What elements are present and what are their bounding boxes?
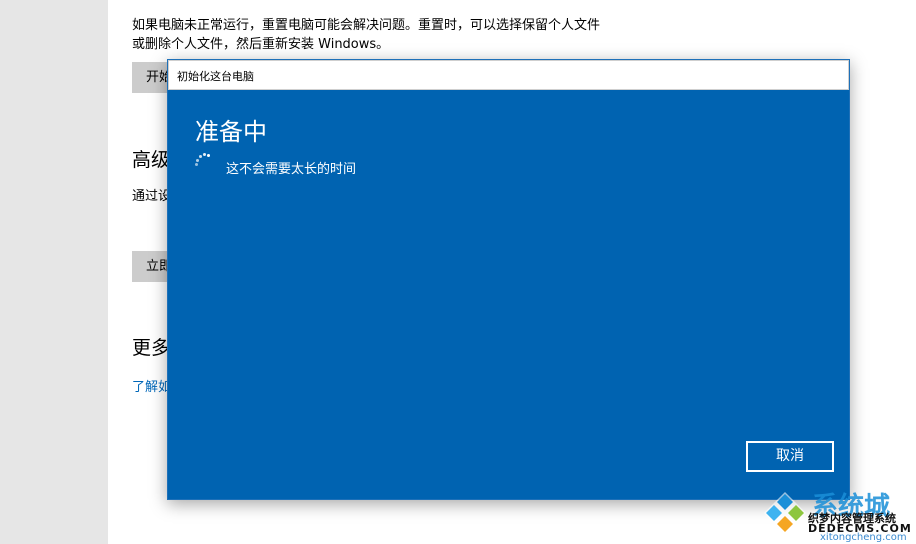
learn-more-link[interactable]: 了解如: [132, 376, 171, 395]
dialog-title: 初始化这台电脑: [177, 70, 254, 83]
cancel-button[interactable]: 取消: [746, 441, 834, 472]
watermark-logo-icon: [764, 492, 806, 534]
loading-spinner-icon: [195, 153, 211, 169]
left-navigation-pane: [0, 0, 108, 544]
advanced-startup-description: 通过设备 Windows 脑。: [132, 189, 172, 204]
restart-now-button[interactable]: 立即: [132, 251, 168, 282]
watermark-line-3: xitongcheng.com: [820, 532, 907, 543]
advanced-startup-heading: 高级: [132, 149, 171, 171]
dialog-heading: 准备中: [195, 118, 267, 146]
dialog-status-text: 这不会需要太长的时间: [226, 162, 357, 177]
reset-pc-dialog: 初始化这台电脑 准备中 这不会需要太长的时间 取消: [167, 59, 850, 500]
site-watermark: 系统城 织梦内容管理系统 DEDECMS.COM xitongcheng.com: [760, 488, 916, 544]
dialog-titlebar[interactable]: 初始化这台电脑: [168, 60, 849, 90]
more-options-heading: 更多: [132, 337, 171, 359]
reset-start-button[interactable]: 开始: [132, 62, 168, 93]
reset-description: 如果电脑未正常运行，重置电脑可能会解决问题。重置时，可以选择保留个人文件或删除个…: [132, 18, 601, 52]
